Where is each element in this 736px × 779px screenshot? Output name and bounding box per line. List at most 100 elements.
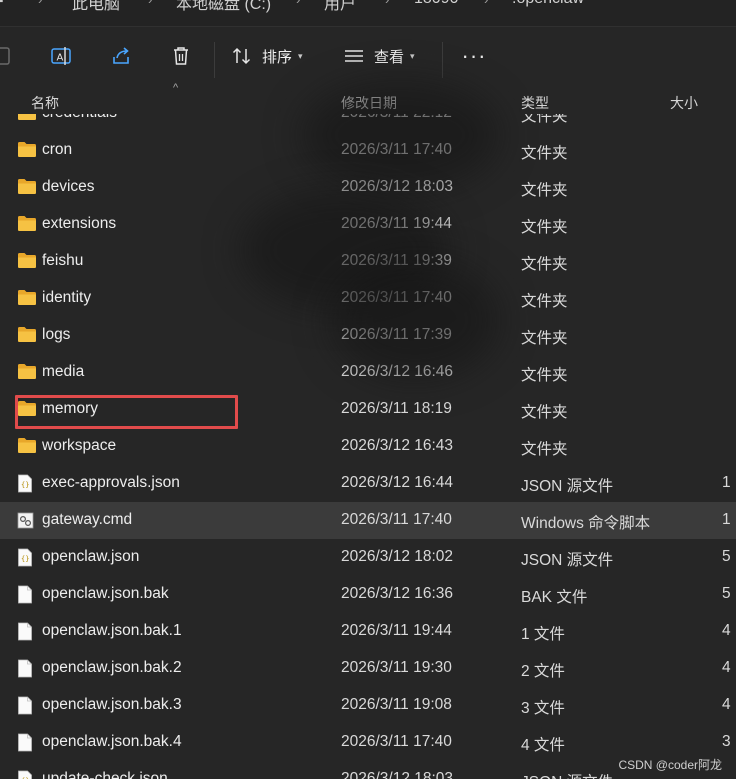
breadcrumb-item[interactable]: 此电脑 xyxy=(72,0,120,14)
column-header-type[interactable]: 类型 xyxy=(521,93,549,113)
watermark: CSDN @coder阿龙 xyxy=(618,758,722,772)
svg-text:{}: {} xyxy=(21,555,29,563)
breadcrumb-item[interactable]: .openclaw xyxy=(512,0,584,8)
file-name: openclaw.json.bak xyxy=(42,585,169,602)
file-modified-date: 2026/3/12 18:02 xyxy=(341,548,454,565)
toolbar-divider xyxy=(442,42,443,78)
file-modified-date: 2026/3/11 19:44 xyxy=(341,215,452,232)
file-row[interactable]: identity 2026/3/11 17:40 文件夹 xyxy=(0,280,736,317)
file-name: logs xyxy=(42,326,71,343)
svg-text:A: A xyxy=(57,53,64,64)
file-modified-date: 2026/3/12 16:46 xyxy=(341,363,454,380)
file-row[interactable]: cron 2026/3/11 17:40 文件夹 xyxy=(0,132,736,169)
folder-icon xyxy=(17,437,37,456)
file-type: 文件夹 xyxy=(521,114,568,125)
file-name: openclaw.json.bak.2 xyxy=(42,659,182,676)
file-row[interactable]: {} openclaw.json 2026/3/12 18:02 JSON 源文件 5 xyxy=(0,539,736,576)
file-type: 2 文件 xyxy=(521,663,565,680)
json-file-icon: {} xyxy=(17,548,37,567)
file-name: workspace xyxy=(42,437,117,454)
file-modified-date: 2026/3/12 16:44 xyxy=(341,474,454,491)
file-size: 1 xyxy=(722,474,731,491)
file-row[interactable]: extensions 2026/3/11 19:44 文件夹 xyxy=(0,206,736,243)
breadcrumb-item[interactable]: 本地磁盘 (C:) xyxy=(176,0,271,14)
file-size: 1 xyxy=(722,511,731,528)
file-modified-date: 2026/3/11 19:39 xyxy=(341,252,452,269)
file-icon xyxy=(17,622,37,641)
more-options-button[interactable]: ··· xyxy=(456,39,492,73)
chevron-down-icon: ▾ xyxy=(298,50,303,61)
file-row[interactable]: credentials 2026/3/11 22:12 文件夹 xyxy=(0,114,736,132)
file-modified-date: 2026/3/11 17:39 xyxy=(341,326,452,343)
file-row[interactable]: {} exec-approvals.json 2026/3/12 16:44 JSON… xyxy=(0,465,736,502)
file-row[interactable]: openclaw.json.bak.1 2026/3/11 19:44 1 文件 4 xyxy=(0,613,736,650)
chevron-right-icon: › xyxy=(385,0,389,7)
file-type: BAK 文件 xyxy=(521,589,588,606)
view-button[interactable]: 查看 ▾ xyxy=(343,39,427,73)
file-row[interactable]: gateway.cmd 2026/3/11 17:40 Windows 命令脚本 1 xyxy=(0,502,736,539)
file-type: 文件夹 xyxy=(521,182,568,199)
file-row[interactable]: media 2026/3/12 16:46 文件夹 xyxy=(0,354,736,391)
breadcrumb: ■ › 此电脑 › 本地磁盘 (C:) › 用户 › 18090 › .open… xyxy=(0,0,736,27)
folder-icon xyxy=(17,215,37,234)
file-name: openclaw.json.bak.4 xyxy=(42,733,182,750)
rename-icon[interactable]: A xyxy=(46,39,76,73)
file-row[interactable]: devices 2026/3/12 18:03 文件夹 xyxy=(0,169,736,206)
column-header-size[interactable]: 大小 xyxy=(670,93,698,113)
file-modified-date: 2026/3/12 16:36 xyxy=(341,585,454,602)
toolbar: A 排序 ▾ 查看 ▾ ··· xyxy=(0,27,736,87)
file-name: update-check.json xyxy=(42,770,168,779)
sort-button[interactable]: 排序 ▾ xyxy=(231,39,315,73)
column-header-modified[interactable]: 修改日期 xyxy=(341,93,397,113)
chevron-right-icon: › xyxy=(484,0,488,7)
file-size: 5 xyxy=(722,548,731,565)
chevron-right-icon: › xyxy=(148,0,152,7)
file-row[interactable]: openclaw.json.bak.3 2026/3/11 19:08 3 文件 4 xyxy=(0,687,736,724)
file-row[interactable]: logs 2026/3/11 17:39 文件夹 xyxy=(0,317,736,354)
file-modified-date: 2026/3/11 17:40 xyxy=(341,511,452,528)
file-type: 文件夹 xyxy=(521,367,568,384)
delete-icon[interactable] xyxy=(166,39,196,73)
file-type: 文件夹 xyxy=(521,404,568,421)
file-type: 4 文件 xyxy=(521,737,565,754)
share-icon[interactable] xyxy=(106,39,136,73)
folder-icon xyxy=(17,141,37,160)
folder-icon xyxy=(17,178,37,197)
chevron-right-icon: › xyxy=(296,0,300,7)
file-icon xyxy=(17,733,37,752)
file-row[interactable]: memory 2026/3/11 18:19 文件夹 xyxy=(0,391,736,428)
file-row[interactable]: openclaw.json.bak.2 2026/3/11 19:30 2 文件 4 xyxy=(0,650,736,687)
json-file-icon: {} xyxy=(17,474,37,493)
chevron-down-icon: ▾ xyxy=(410,50,415,61)
file-row[interactable]: workspace 2026/3/12 16:43 文件夹 xyxy=(0,428,736,465)
file-modified-date: 2026/3/12 18:03 xyxy=(341,770,454,779)
breadcrumb-icon[interactable]: ■ xyxy=(0,0,4,8)
folder-icon xyxy=(17,114,37,123)
file-modified-date: 2026/3/11 17:40 xyxy=(341,733,452,750)
file-type: Windows 命令脚本 xyxy=(521,515,651,532)
file-row[interactable]: feishu 2026/3/11 19:39 文件夹 xyxy=(0,243,736,280)
json-file-icon: {} xyxy=(17,770,37,779)
file-name: feishu xyxy=(42,252,84,269)
view-icon xyxy=(343,45,365,67)
folder-icon xyxy=(17,326,37,345)
file-name: openclaw.json.bak.1 xyxy=(42,622,182,639)
file-type: 文件夹 xyxy=(521,330,568,347)
copy-icon[interactable] xyxy=(0,39,16,73)
folder-icon xyxy=(17,400,37,419)
file-name: identity xyxy=(42,289,92,306)
breadcrumb-item[interactable]: 用户 xyxy=(324,0,356,14)
file-explorer-window: ■ › 此电脑 › 本地磁盘 (C:) › 用户 › 18090 › .open… xyxy=(0,0,736,779)
file-type: 文件夹 xyxy=(521,293,568,310)
more-icon: ··· xyxy=(461,43,487,68)
file-name: media xyxy=(42,363,85,380)
breadcrumb-item[interactable]: 18090 xyxy=(414,0,459,8)
chevron-right-icon: › xyxy=(38,0,42,7)
file-size: 5 xyxy=(722,585,731,602)
file-row[interactable]: openclaw.json.bak 2026/3/12 16:36 BAK 文件 5 xyxy=(0,576,736,613)
file-type: 文件夹 xyxy=(521,219,568,236)
svg-text:{}: {} xyxy=(21,481,29,489)
file-type: 3 文件 xyxy=(521,700,565,717)
column-header-name[interactable]: 名称 xyxy=(31,93,59,113)
file-icon xyxy=(17,585,37,604)
